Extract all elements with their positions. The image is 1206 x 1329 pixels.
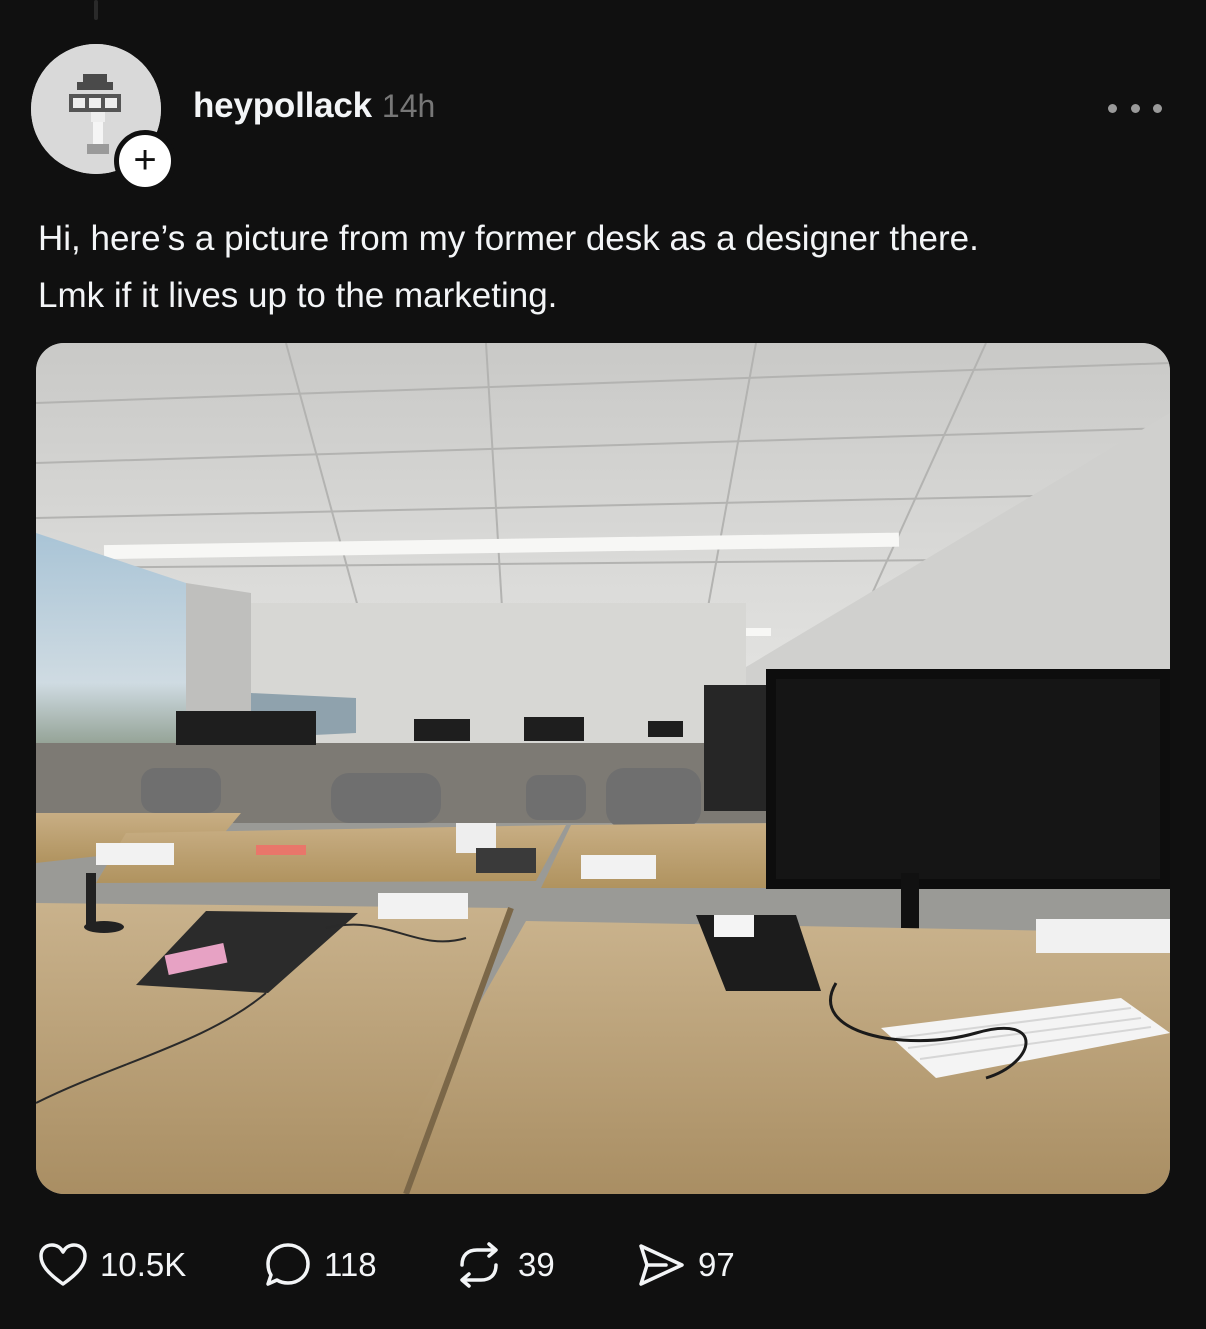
post-image[interactable]	[36, 343, 1170, 1194]
more-dot-icon	[1153, 103, 1162, 113]
plus-icon: +	[133, 138, 157, 182]
repost-count: 39	[518, 1246, 555, 1283]
heart-icon	[39, 1243, 87, 1286]
send-icon	[639, 1244, 684, 1286]
more-options-button[interactable]	[1108, 96, 1162, 120]
speech-bubble-icon	[266, 1243, 310, 1286]
thread-connector-line	[94, 0, 98, 20]
more-dot-icon	[1130, 103, 1140, 113]
username[interactable]: heypollack	[193, 86, 372, 126]
post-text-line: Hi, here’s a picture from my former desk…	[38, 219, 979, 258]
follow-button[interactable]: +	[114, 130, 176, 192]
office-photo-icon	[36, 343, 1170, 1194]
timestamp[interactable]: 14h	[382, 88, 435, 125]
thread-post: + heypollack 14h Hi, here’s a picture fr…	[0, 0, 1206, 1329]
post-text-line: Lmk if it lives up to the marketing.	[38, 276, 558, 315]
repost-button[interactable]: 39	[452, 1237, 555, 1293]
reply-button[interactable]: 118	[264, 1237, 377, 1293]
post-body: Hi, here’s a picture from my former desk…	[38, 210, 1168, 324]
more-dot-icon	[1108, 103, 1117, 113]
repost-icon	[460, 1242, 498, 1288]
share-button[interactable]: 97	[636, 1237, 735, 1293]
share-count: 97	[698, 1246, 735, 1283]
action-bar: 10.5K 118 39 97	[38, 1237, 838, 1293]
reply-count: 118	[324, 1246, 377, 1283]
post-header: heypollack 14h	[193, 86, 435, 130]
like-count: 10.5K	[100, 1246, 187, 1283]
like-button[interactable]: 10.5K	[38, 1237, 186, 1293]
